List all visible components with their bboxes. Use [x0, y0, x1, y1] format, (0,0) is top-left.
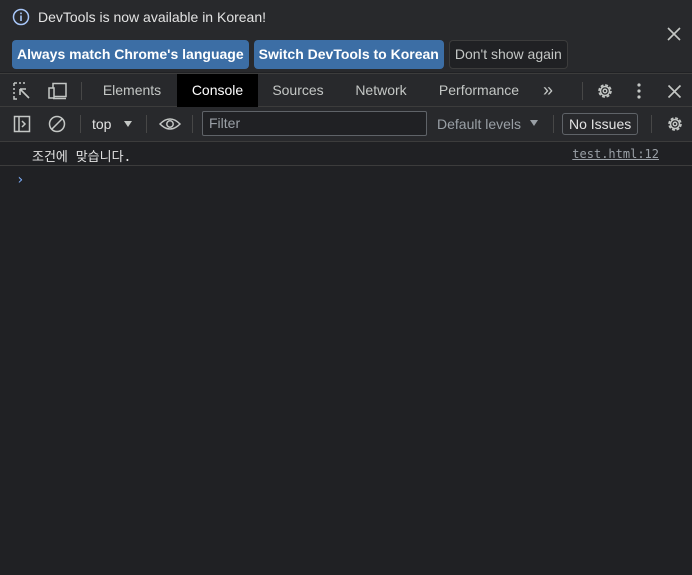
more-tabs-button[interactable]: » [532, 74, 564, 107]
main-tab-bar: Elements Console Sources Network Perform… [0, 73, 692, 107]
levels-dropdown-arrow-icon[interactable] [530, 120, 538, 126]
language-infobar: DevTools is now available in Korean! Alw… [0, 0, 692, 72]
inspect-element-icon[interactable] [13, 82, 31, 100]
console-output: 조건에 맞습니다. test.html:12 › [0, 142, 692, 575]
console-settings-gear-icon[interactable] [665, 114, 685, 134]
issues-button[interactable]: No Issues [562, 113, 639, 135]
infobar-close-icon[interactable] [666, 26, 682, 42]
dont-show-again-button[interactable]: Don't show again [448, 40, 568, 69]
tab-separator [582, 82, 583, 100]
tab-console[interactable]: Console [177, 74, 258, 107]
infobar-buttons: Always match Chrome's language Switch De… [12, 40, 568, 69]
filter-input[interactable]: Filter [202, 111, 427, 136]
console-toolbar: top Filter Default levels No Issues [0, 107, 692, 142]
console-prompt-input[interactable] [32, 168, 672, 190]
more-options-icon[interactable] [632, 82, 646, 100]
console-message-row: 조건에 맞습니다. test.html:12 [0, 142, 692, 166]
toolbar-separator [192, 115, 193, 133]
settings-gear-icon[interactable] [595, 81, 615, 101]
infobar-message: DevTools is now available in Korean! [38, 9, 267, 25]
tab-network[interactable]: Network [342, 74, 420, 107]
toolbar-separator [553, 115, 554, 133]
device-toolbar-icon[interactable] [48, 82, 68, 100]
live-expression-eye-icon[interactable] [158, 116, 182, 132]
tab-separator [81, 82, 82, 100]
close-devtools-icon[interactable] [667, 84, 682, 99]
toolbar-separator [651, 115, 652, 133]
sidebar-toggle-icon[interactable] [13, 115, 31, 133]
always-match-language-button[interactable]: Always match Chrome's language [12, 40, 249, 69]
info-icon [12, 8, 30, 26]
tab-elements[interactable]: Elements [92, 74, 172, 107]
context-dropdown-arrow-icon[interactable] [124, 121, 132, 127]
console-message-source-link[interactable]: test.html:12 [572, 147, 659, 161]
toolbar-separator [80, 115, 81, 133]
tab-performance[interactable]: Performance [428, 74, 530, 107]
context-selector[interactable]: top [92, 107, 111, 141]
switch-to-korean-button[interactable]: Switch DevTools to Korean [253, 40, 444, 69]
console-message-text: 조건에 맞습니다. [32, 150, 132, 165]
tab-sources[interactable]: Sources [262, 74, 334, 107]
log-levels-dropdown[interactable]: Default levels [437, 107, 521, 141]
infobar-message-row: DevTools is now available in Korean! [12, 8, 266, 26]
toolbar-separator [146, 115, 147, 133]
clear-console-icon[interactable] [48, 115, 66, 133]
console-prompt-chevron-icon: › [16, 172, 25, 188]
